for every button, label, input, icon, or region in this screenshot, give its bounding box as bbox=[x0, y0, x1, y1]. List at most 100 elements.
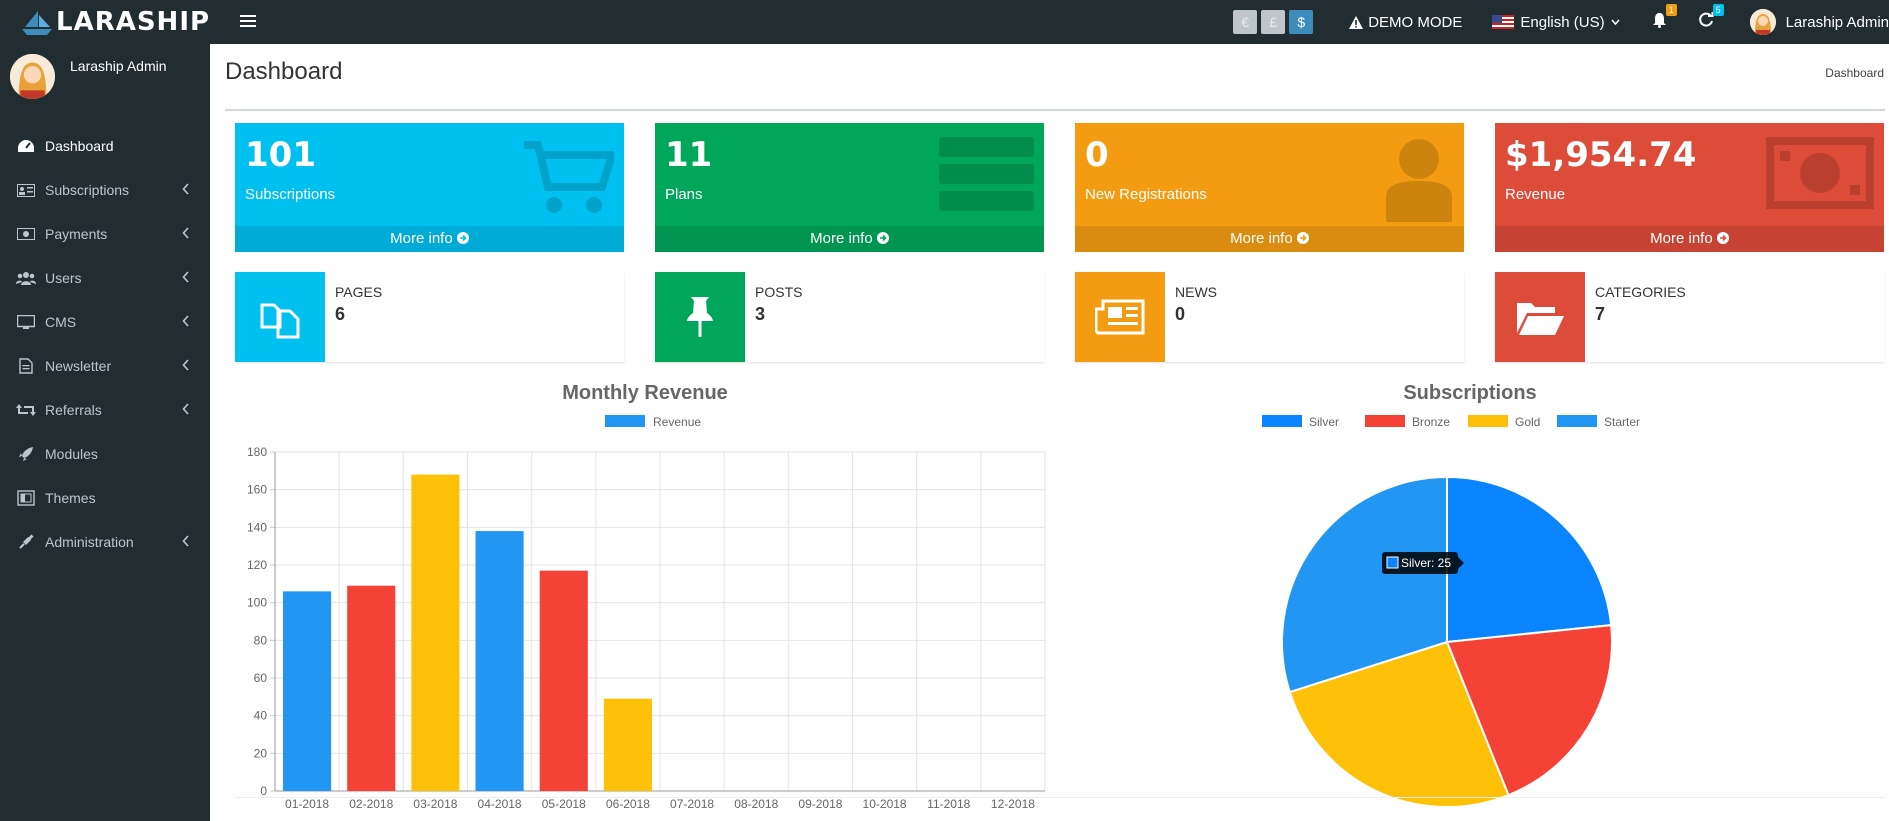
sidebar: Laraship Admin Dashboard Subscriptions Pay… bbox=[0, 44, 210, 821]
legend-label: Revenue bbox=[653, 415, 701, 429]
chart-legend: Revenue bbox=[605, 415, 701, 429]
sidebar-toggle-icon[interactable] bbox=[240, 12, 260, 32]
desktop-icon bbox=[15, 314, 37, 330]
currency-button[interactable]: € bbox=[1233, 10, 1258, 34]
x-tick-label: 12-2018 bbox=[991, 797, 1035, 811]
users-icon bbox=[15, 271, 37, 285]
sidebar-item-cms[interactable]: CMS bbox=[0, 300, 210, 344]
legend-swatch bbox=[1557, 415, 1597, 427]
sidebar-item-subscriptions[interactable]: Subscriptions bbox=[0, 168, 210, 212]
sidebar-item-modules[interactable]: Modules bbox=[0, 432, 210, 476]
language-dropdown[interactable]: English (US) bbox=[1492, 14, 1620, 31]
newspaper-icon bbox=[1075, 272, 1165, 362]
arrow-circle-right-icon bbox=[876, 232, 889, 244]
x-tick-label: 11-2018 bbox=[927, 797, 970, 811]
more-info-link[interactable]: More info bbox=[655, 226, 1044, 252]
updates-badge: 5 bbox=[1712, 4, 1724, 16]
updates-button[interactable]: 5 bbox=[1698, 4, 1724, 32]
sidebar-item-label: Referrals bbox=[45, 402, 102, 418]
info-box-label: NEWS bbox=[1175, 284, 1217, 300]
more-info-link[interactable]: More info bbox=[1495, 226, 1884, 252]
y-tick-label: 100 bbox=[247, 596, 267, 610]
themes-icon bbox=[15, 490, 37, 506]
stat-box-revenue: $1,954.74 Revenue More info bbox=[1495, 123, 1884, 252]
stat-value: 101 bbox=[245, 135, 316, 175]
list-icon bbox=[939, 137, 1034, 217]
arrow-circle-right-icon bbox=[1296, 232, 1309, 244]
info-box-posts: POSTS 3 bbox=[655, 272, 1044, 362]
currency-button[interactable]: £ bbox=[1261, 10, 1286, 34]
legend-label: Gold bbox=[1515, 415, 1540, 429]
user-icon bbox=[1384, 137, 1454, 227]
breadcrumb[interactable]: Dashboard bbox=[1825, 66, 1884, 80]
x-tick-label: 07-2018 bbox=[670, 797, 714, 811]
bar-chart-svg: Revenue 0 20 40 60 80 100 120 140 160 180 01-2018 02… bbox=[247, 415, 1046, 811]
sidebar-item-themes[interactable]: Themes bbox=[0, 476, 210, 520]
x-tick-label: 03-2018 bbox=[413, 797, 457, 811]
brand-logo[interactable]: LARASHIP bbox=[22, 4, 210, 40]
y-tick-label: 160 bbox=[247, 483, 267, 497]
bar bbox=[603, 698, 652, 791]
bar bbox=[347, 585, 396, 791]
info-box-value: 0 bbox=[1175, 304, 1186, 324]
refresh-icon bbox=[1698, 12, 1714, 27]
demo-mode-indicator[interactable]: DEMO MODE bbox=[1349, 14, 1462, 31]
rocket-icon bbox=[15, 446, 37, 462]
stat-label: New Registrations bbox=[1085, 186, 1207, 203]
sidebar-item-label: Themes bbox=[45, 490, 96, 506]
copy-icon bbox=[235, 272, 325, 362]
sidebar-item-users[interactable]: Users bbox=[0, 256, 210, 300]
legend-swatch bbox=[1468, 415, 1508, 427]
x-tick-label: 06-2018 bbox=[606, 797, 650, 811]
arrow-circle-right-icon bbox=[1716, 232, 1729, 244]
folder-open-icon bbox=[1495, 272, 1585, 362]
tooltip-swatch bbox=[1386, 556, 1399, 569]
chart-tooltip: Silver: 25 bbox=[1382, 552, 1464, 574]
legend-swatch bbox=[1262, 415, 1302, 427]
user-name: Laraship Admin bbox=[1785, 13, 1889, 31]
monthly-revenue-chart: Monthly Revenue Revenue 0 20 40 60 80 100 120 14… bbox=[235, 382, 1055, 821]
stat-value: $1,954.74 bbox=[1505, 135, 1697, 175]
x-tick-label: 05-2018 bbox=[542, 797, 586, 811]
sidebar-item-label: Users bbox=[45, 270, 82, 286]
more-info-label: More info bbox=[1230, 230, 1293, 247]
sidebar-item-newsletter[interactable]: Newsletter bbox=[0, 344, 210, 388]
x-tick-label: 10-2018 bbox=[863, 797, 907, 811]
x-tick-label: 02-2018 bbox=[349, 797, 393, 811]
chevron-left-icon bbox=[182, 534, 190, 550]
sidebar-menu: Dashboard Subscriptions Payments Users CMS Ne… bbox=[0, 124, 210, 564]
x-tick-label: 09-2018 bbox=[798, 797, 842, 811]
user-menu[interactable]: Laraship Admin bbox=[1749, 9, 1889, 35]
sidebar-item-label: Payments bbox=[45, 226, 108, 242]
notifications-badge: 1 bbox=[1665, 3, 1677, 16]
notifications-button[interactable]: 1 bbox=[1652, 3, 1677, 33]
tooltip-label: Silver: 25 bbox=[1401, 556, 1451, 570]
navbar-right: € £ $ DEMO MODE English (US) 1 5 Laraship … bbox=[1233, 0, 1889, 44]
pie-chart-svg: Silver Bronze Gold Starter Silver: 25 bbox=[1262, 415, 1640, 808]
retweet-icon bbox=[15, 403, 37, 417]
sidebar-item-referrals[interactable]: Referrals bbox=[0, 388, 210, 432]
subscriptions-chart: Subscriptions Silver Bronze Gold Starter Sil… bbox=[1055, 382, 1885, 821]
top-navbar: LARASHIP € £ $ DEMO MODE English (US) 1 5 … bbox=[0, 0, 1889, 44]
more-info-label: More info bbox=[810, 230, 873, 247]
x-tick-label: 08-2018 bbox=[734, 797, 778, 811]
more-info-link[interactable]: More info bbox=[235, 226, 624, 252]
x-tick-label: 01-2018 bbox=[285, 797, 329, 811]
sidebar-item-payments[interactable]: Payments bbox=[0, 212, 210, 256]
bar bbox=[539, 570, 588, 791]
info-box-value: 3 bbox=[755, 304, 766, 324]
y-tick-label: 80 bbox=[254, 633, 268, 647]
sidebar-item-administration[interactable]: Administration bbox=[0, 520, 210, 564]
us-flag-icon bbox=[1492, 15, 1515, 29]
currency-button[interactable]: $ bbox=[1289, 10, 1314, 34]
bell-icon bbox=[1652, 12, 1666, 28]
sidebar-item-label: Dashboard bbox=[45, 138, 114, 154]
info-box-value: 6 bbox=[335, 304, 346, 324]
more-info-label: More info bbox=[390, 230, 453, 247]
sidebar-item-dashboard[interactable]: Dashboard bbox=[0, 124, 210, 168]
legend-swatch bbox=[1365, 415, 1405, 427]
header-divider bbox=[225, 109, 1885, 111]
cart-icon bbox=[524, 137, 618, 222]
ship-logo-icon bbox=[22, 11, 52, 35]
more-info-link[interactable]: More info bbox=[1075, 226, 1464, 252]
